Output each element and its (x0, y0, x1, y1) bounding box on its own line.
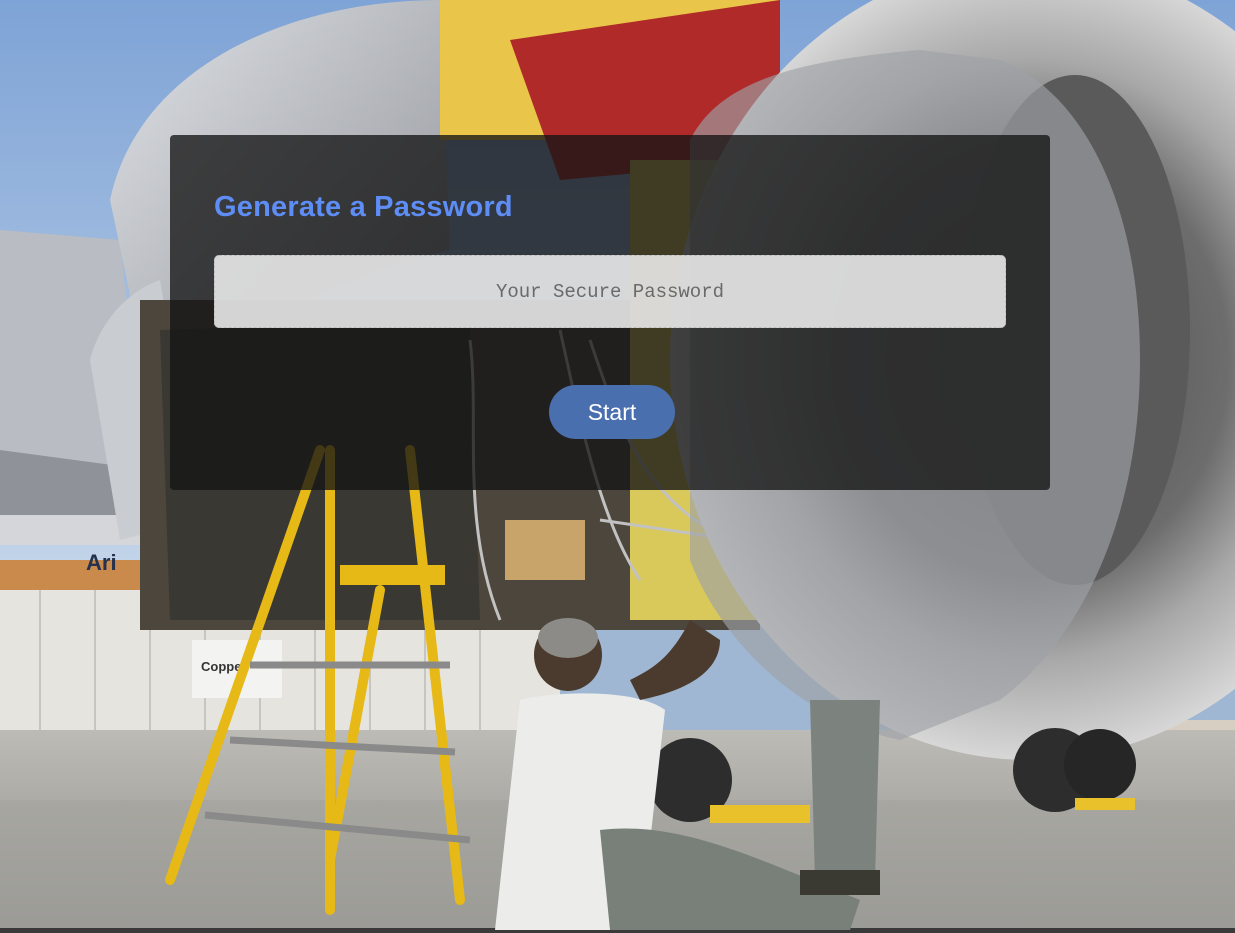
building-sign-text: Ari (86, 550, 117, 575)
password-output-field[interactable] (214, 255, 1006, 328)
generator-title: Generate a Password (214, 191, 513, 223)
hangar-sign-text: Coppe (201, 659, 241, 674)
password-generator-card: Generate a Password Start (170, 135, 1050, 490)
page-root: Coppe Ari Generate a Password Your Secur… (0, 0, 1235, 933)
start-button[interactable]: Start (549, 385, 675, 439)
